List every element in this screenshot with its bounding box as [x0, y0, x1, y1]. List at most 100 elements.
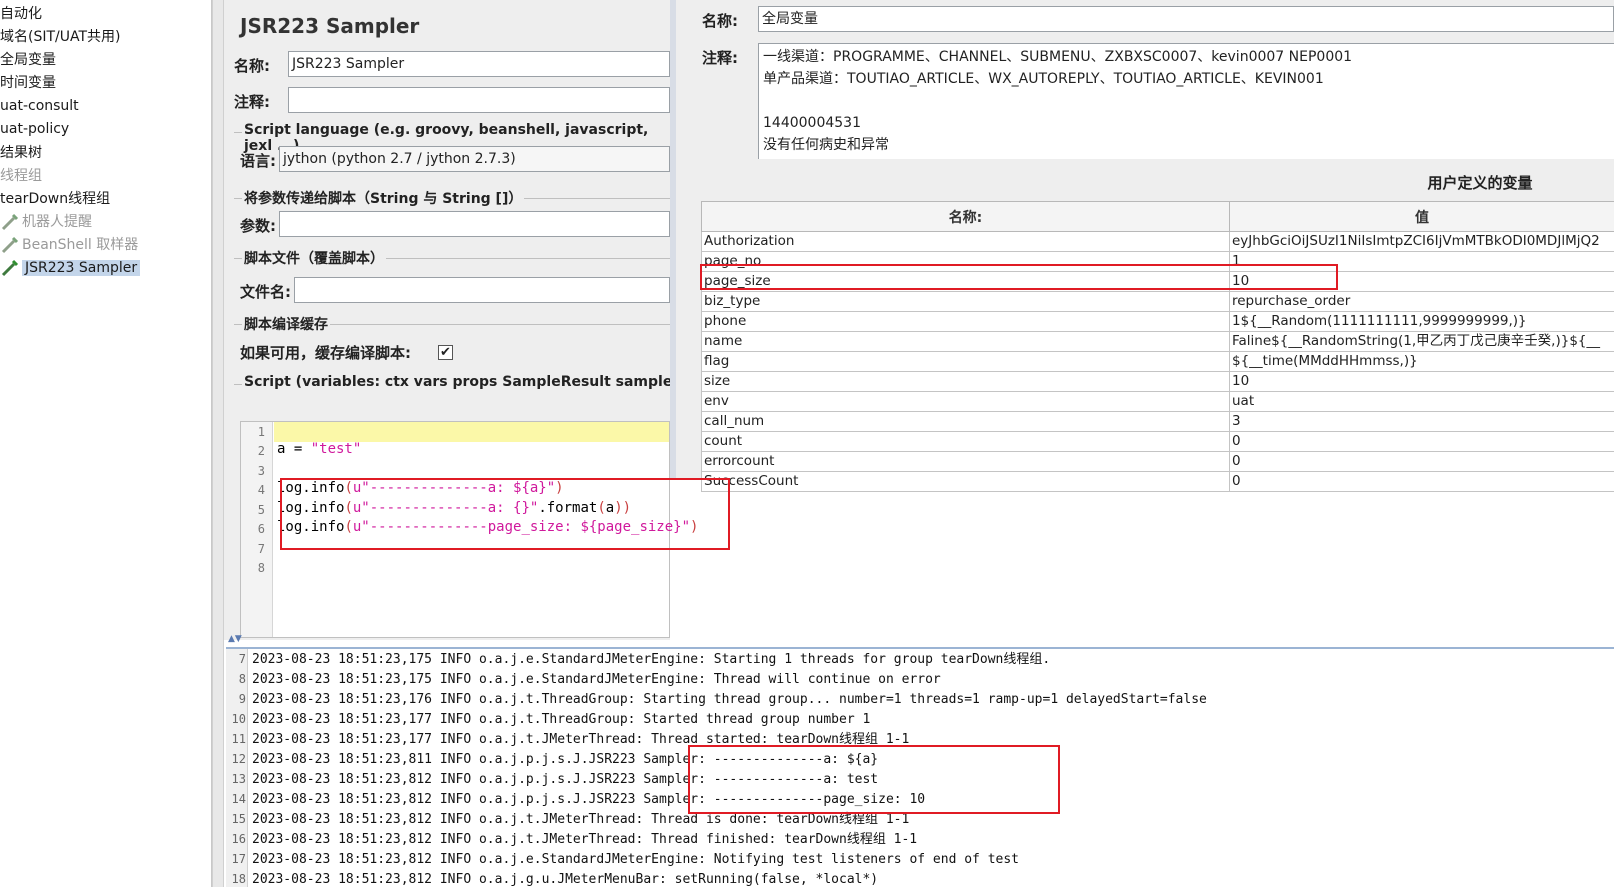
code-line-2: a = "test"	[277, 441, 361, 457]
variable-value[interactable]: 1${__Random(1111111111,9999999999,)}	[1229, 311, 1614, 332]
variable-value[interactable]: 1	[1229, 251, 1614, 272]
udv-comment-field[interactable]: 一线渠道：PROGRAMME、CHANNEL、SUBMENU、ZXBXSC000…	[758, 43, 1614, 159]
line-number: 3	[257, 464, 265, 478]
language-select[interactable]: jython (python 2.7 / jython 2.7.3)	[279, 146, 670, 172]
parameters-group-title: 将参数传递给脚本（String 与 String []）	[242, 188, 525, 208]
line-number: 1	[257, 425, 265, 439]
code-paren: ))	[614, 500, 632, 516]
split-arrows-icon[interactable]: ▲▼	[228, 634, 242, 644]
page-title: JSR223 Sampler	[240, 14, 420, 38]
variable-value[interactable]: Faline${__RandomString(1,甲乙丙丁戊己庚辛壬癸,)}${…	[1229, 331, 1614, 352]
udv-name-field[interactable]: 全局变量	[758, 6, 1614, 32]
variable-name[interactable]: phone	[701, 311, 1230, 332]
code-line-6: log.info(u"--------------page_size: ${pa…	[277, 519, 698, 535]
log-text: 2023-08-23 18:51:23,175 INFO o.a.j.e.Sta…	[252, 652, 1051, 667]
log-text: 2023-08-23 18:51:23,812 INFO o.a.j.p.j.s…	[252, 772, 879, 787]
tree-item-automation[interactable]: 自动化	[0, 3, 42, 25]
variable-name[interactable]: SuccessCount	[701, 471, 1230, 492]
table-row[interactable]: flag ${__time(MMddHHmmss,)}	[701, 351, 1614, 372]
log-text: 2023-08-23 18:51:23,812 INFO o.a.j.g.u.J…	[252, 872, 879, 887]
log-line: 7 2023-08-23 18:51:23,175 INFO o.a.j.e.St…	[226, 649, 1050, 669]
table-row[interactable]: page_no 1	[701, 251, 1614, 272]
comment-line: 14400004531	[763, 115, 861, 131]
variable-value[interactable]: 10	[1229, 271, 1614, 292]
variable-value[interactable]: repurchase_order	[1229, 291, 1614, 312]
tree-item-thread-group[interactable]: 线程组	[0, 165, 42, 187]
parameters-label: 参数:	[240, 217, 276, 235]
variable-name[interactable]: page_no	[701, 251, 1230, 272]
table-row[interactable]: count 0	[701, 431, 1614, 452]
parameters-field[interactable]	[279, 211, 670, 237]
tree-item-beanshell-sampler[interactable]: BeanShell 取样器	[0, 234, 138, 256]
jsr223-sampler-panel: JSR223 Sampler 名称: JSR223 Sampler 注释: Sc…	[224, 0, 698, 640]
test-plan-tree: 自动化 域名(SIT/UAT共用) 全局变量 时间变量 uat-consult …	[0, 0, 212, 887]
script-editor[interactable]: 1 2 3 4 5 6 7 8 a = "test" log.info(u"--…	[240, 421, 698, 638]
variable-name[interactable]: flag	[701, 351, 1230, 372]
filename-field[interactable]	[294, 277, 670, 303]
table-row[interactable]: SuccessCount 0	[701, 471, 1614, 492]
variable-name[interactable]: env	[701, 391, 1230, 412]
line-number: 2	[257, 444, 265, 458]
name-field[interactable]: JSR223 Sampler	[288, 51, 670, 77]
tree-splitter[interactable]	[212, 0, 224, 887]
table-row[interactable]: biz_type repurchase_order	[701, 291, 1614, 312]
code-text: log.info	[277, 500, 345, 516]
comment-field[interactable]	[288, 87, 670, 113]
udv-table: 名称: 值 Authorization eyJhbGciOiJSUzI1NiIsI…	[701, 201, 1614, 492]
table-row[interactable]: size 10	[701, 371, 1614, 392]
table-row[interactable]: page_size 10	[701, 271, 1614, 292]
pipette-icon	[1, 236, 19, 254]
variable-value[interactable]: 0	[1229, 431, 1614, 452]
tree-item-teardown-group[interactable]: tearDown线程组	[0, 188, 110, 210]
log-line: 9 2023-08-23 18:51:23,176 INFO o.a.j.t.Th…	[226, 689, 1207, 709]
table-row[interactable]: phone 1${__Random(1111111111,9999999999,)…	[701, 311, 1614, 332]
variable-value[interactable]: eyJhbGciOiJSUzI1NiIsImtpZCI6IjVmMTBkODI0…	[1229, 231, 1614, 252]
table-row[interactable]: call_num 3	[701, 411, 1614, 432]
variable-value[interactable]: uat	[1229, 391, 1614, 412]
comment-line	[763, 90, 1610, 112]
table-row[interactable]: env uat	[701, 391, 1614, 412]
variable-name[interactable]: size	[701, 371, 1230, 392]
log-viewer[interactable]: 7 2023-08-23 18:51:23,175 INFO o.a.j.e.St…	[226, 647, 1614, 887]
variable-value[interactable]: 0	[1229, 471, 1614, 492]
code-string: u"--------------page_size: ${page_size}"	[352, 519, 691, 535]
tree-item-time-vars[interactable]: 时间变量	[0, 72, 56, 94]
variable-name[interactable]: errorcount	[701, 451, 1230, 472]
code-line-4: log.info(u"--------------a: ${a}")	[277, 480, 564, 496]
table-row[interactable]: errorcount 0	[701, 451, 1614, 472]
table-row[interactable]: name Faline${__RandomString(1,甲乙丙丁戊己庚辛壬癸,…	[701, 331, 1614, 352]
tree-item-robot-reminder[interactable]: 机器人提醒	[0, 211, 92, 233]
variable-value[interactable]: ${__time(MMddHHmmss,)}	[1229, 351, 1614, 372]
log-line-number: 15	[231, 812, 246, 826]
variable-name[interactable]: page_size	[701, 271, 1230, 292]
variable-name[interactable]: name	[701, 331, 1230, 352]
code-paren: (	[344, 480, 353, 496]
log-line-number: 10	[231, 712, 246, 726]
tree-item-uat-consult[interactable]: uat-consult	[0, 95, 79, 117]
variable-name[interactable]: count	[701, 431, 1230, 452]
tree-item-jsr223-sampler[interactable]: JSR223 Sampler	[0, 257, 141, 279]
variable-value[interactable]: 10	[1229, 371, 1614, 392]
tree-item-uat-policy[interactable]: uat-policy	[0, 118, 69, 140]
tree-item-label: uat-consult	[0, 98, 79, 114]
column-header-value[interactable]: 值	[1229, 201, 1614, 232]
tree-item-result-tree[interactable]: 结果树	[0, 142, 42, 164]
variable-name[interactable]: Authorization	[701, 231, 1230, 252]
variable-value[interactable]: 0	[1229, 451, 1614, 472]
log-line-number: 17	[231, 852, 246, 866]
table-row[interactable]: Authorization eyJhbGciOiJSUzI1NiIsImtpZCI…	[701, 231, 1614, 252]
log-text: 2023-08-23 18:51:23,812 INFO o.a.j.t.JMe…	[252, 812, 910, 827]
log-line-number: 9	[238, 692, 246, 706]
line-number: 8	[257, 561, 265, 575]
variable-name[interactable]: biz_type	[701, 291, 1230, 312]
log-line: 16 2023-08-23 18:51:23,812 INFO o.a.j.t.J…	[226, 829, 918, 849]
table-header-row: 名称: 值	[701, 201, 1614, 232]
log-line-number: 16	[231, 832, 246, 846]
variable-name[interactable]: call_num	[701, 411, 1230, 432]
tree-item-global-vars[interactable]: 全局变量	[0, 49, 56, 71]
variable-value[interactable]: 3	[1229, 411, 1614, 432]
tree-item-domain[interactable]: 域名(SIT/UAT共用)	[0, 26, 121, 48]
cache-checkbox[interactable]: ✔	[438, 345, 453, 360]
column-header-name[interactable]: 名称:	[701, 201, 1230, 232]
log-line: 15 2023-08-23 18:51:23,812 INFO o.a.j.t.J…	[226, 809, 910, 829]
